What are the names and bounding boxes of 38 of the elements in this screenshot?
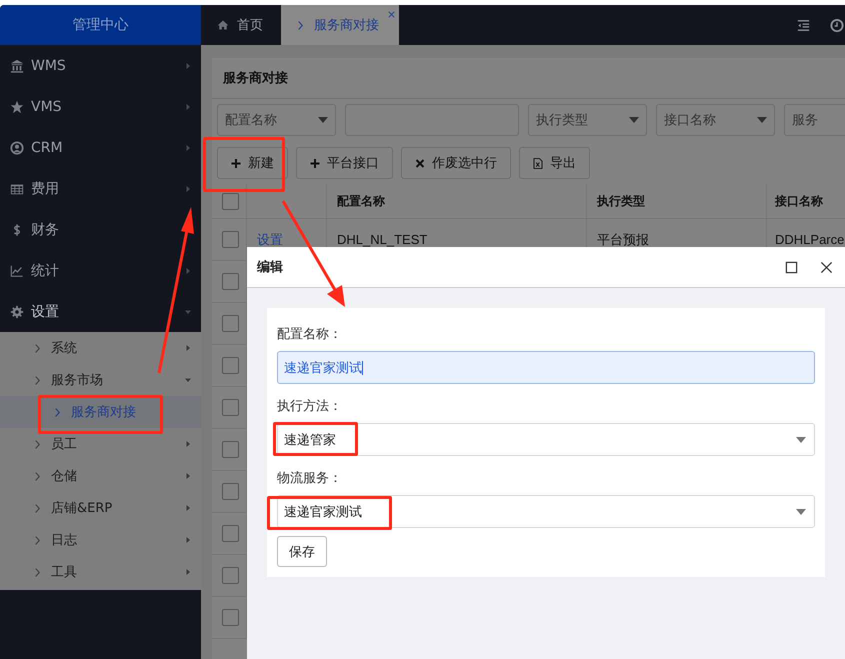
menu-item[interactable]: 财务 xyxy=(0,209,201,250)
field-label: 配置名称： xyxy=(277,326,342,343)
menu-item[interactable]: 统计 xyxy=(0,250,201,291)
submenu-item[interactable]: 工具 xyxy=(0,556,201,588)
toolbar-button[interactable]: 平台接口 xyxy=(296,147,393,179)
toolbar-button[interactable]: 作废选中行 xyxy=(401,147,511,179)
app-title: 管理中心 xyxy=(0,5,201,45)
column-header: 执行类型 xyxy=(587,184,767,218)
filter-select[interactable]: 服务 xyxy=(784,104,845,136)
menu-item[interactable]: CRM xyxy=(0,127,201,168)
menu-item[interactable]: VMS xyxy=(0,86,201,127)
select-field[interactable]: 速递官家测试 xyxy=(277,495,815,528)
filter-select[interactable]: 配置名称 xyxy=(217,104,336,136)
toolbar-button[interactable]: 导出 xyxy=(519,147,590,179)
input-field[interactable]: 速递官家测试 xyxy=(277,351,815,384)
filter-select[interactable]: 接口名称 xyxy=(656,104,775,136)
dialog-title: 编辑 xyxy=(257,258,284,276)
menu-item[interactable]: WMS xyxy=(0,45,201,86)
toolbar-button[interactable]: 新建 xyxy=(217,147,288,179)
save-button[interactable]: 保存 xyxy=(277,536,327,567)
table-cell-text: DDHLParce xyxy=(774,231,845,249)
submenu-item[interactable]: 日志 xyxy=(0,524,201,556)
field-label: 物流服务： xyxy=(277,470,342,487)
panel-title: 服务商对接 xyxy=(212,58,845,99)
column-header: 接口名称 xyxy=(774,192,824,210)
menu-item[interactable]: 费用 xyxy=(0,168,201,209)
submenu-item[interactable]: 仓储 xyxy=(0,460,201,492)
select-field[interactable]: 速递管家 xyxy=(277,423,815,456)
submenu-item[interactable]: 店铺&ERP xyxy=(0,492,201,524)
tab[interactable]: 首页 xyxy=(201,5,281,45)
submenu-item[interactable]: 员工 xyxy=(0,428,201,460)
menu-item[interactable]: 设置 xyxy=(0,291,201,332)
field-label: 执行方法： xyxy=(277,398,342,415)
tab[interactable]: 服务商对接 xyxy=(281,5,399,45)
filter-select[interactable]: 执行类型 xyxy=(528,104,647,136)
column-header: 配置名称 xyxy=(327,184,587,218)
submenu-item[interactable]: 系统 xyxy=(0,332,201,364)
submenu-item[interactable]: 服务市场 xyxy=(0,364,201,396)
